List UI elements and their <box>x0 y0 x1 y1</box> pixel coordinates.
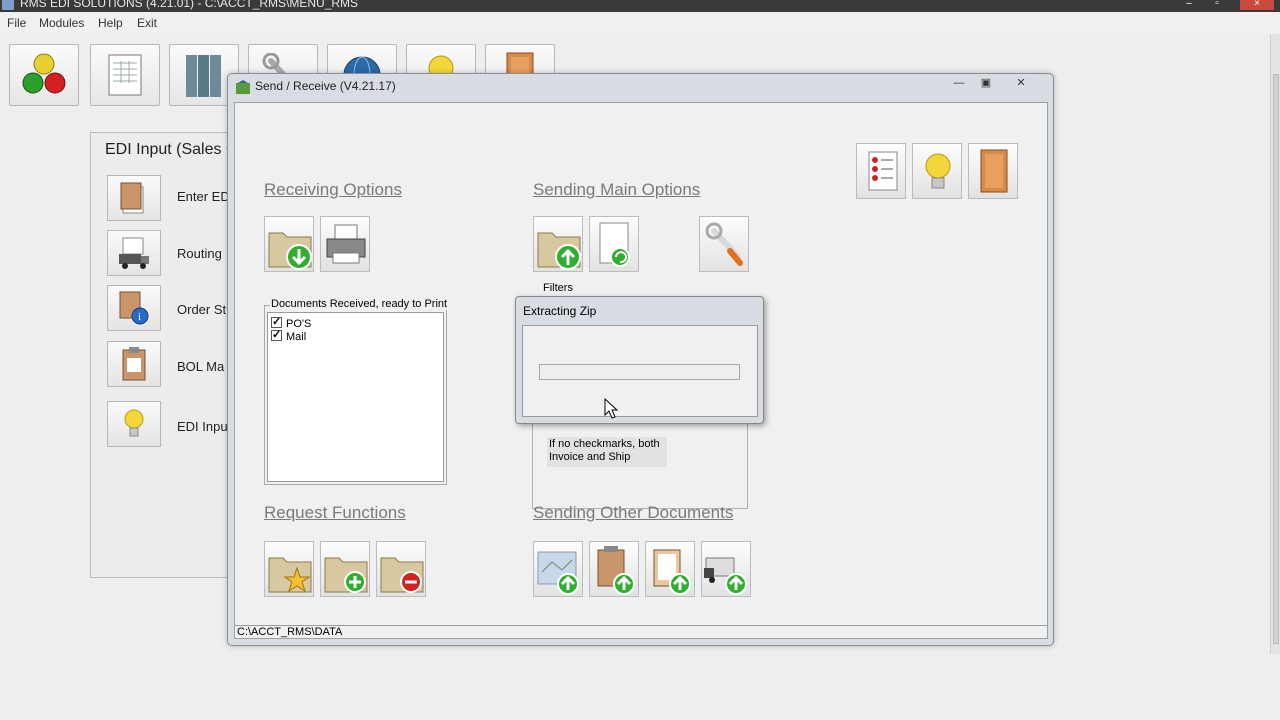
sending-main-options-title: Sending Main Options <box>533 180 701 199</box>
receiving-options-title: Receiving Options <box>264 180 402 199</box>
app-icon <box>236 80 250 94</box>
receive-download-button[interactable] <box>264 216 314 272</box>
send-map-button[interactable] <box>533 541 583 597</box>
folder-add-icon <box>324 557 368 593</box>
menu-bar: File Modules Help Exit <box>0 12 1280 34</box>
map-upload-icon <box>537 551 579 595</box>
info-document-icon: i <box>119 291 149 325</box>
report-list-button[interactable] <box>856 143 906 199</box>
edi-input-label: EDI Input <box>177 419 232 434</box>
menu-exit[interactable]: Exit <box>137 16 157 30</box>
main-window-titlebar: RMS EDI SOLUTIONS (4.21.01) - C:\ACCT_RM… <box>0 0 1280 12</box>
request-remove-button[interactable] <box>376 541 426 597</box>
settings-wrench-button[interactable] <box>699 216 749 272</box>
routing-label: Routing <box>177 246 222 261</box>
folder-upload-icon <box>537 232 581 270</box>
progress-bar <box>539 364 740 380</box>
maximize-button[interactable]: ▫ <box>1204 0 1230 10</box>
truck-upload-icon <box>704 557 747 595</box>
svg-text:i: i <box>138 311 141 323</box>
clipboard-upload-icon <box>597 546 635 595</box>
edi-input-panel: EDI Input (Sales C Enter EDI Routing i O… <box>90 132 240 578</box>
send-shipment-button[interactable] <box>701 541 751 597</box>
send-checklist-button[interactable] <box>645 541 695 597</box>
lightbulb-icon <box>124 409 144 437</box>
toolbar-reports-button[interactable] <box>90 44 160 106</box>
lightbulb-icon <box>925 153 951 189</box>
dialog-restore-button[interactable]: ▣ <box>973 76 999 92</box>
edi-input-button[interactable] <box>107 401 161 447</box>
clipboard-icon <box>122 347 146 381</box>
document-refresh-icon <box>599 222 630 267</box>
menu-help[interactable]: Help <box>98 16 123 30</box>
popup-body <box>522 325 758 417</box>
printer-icon <box>326 224 366 264</box>
mail-checkbox[interactable]: Mail <box>271 328 307 343</box>
checkbox-checked[interactable] <box>271 315 282 328</box>
extracting-zip-dialog: Extracting Zip <box>515 296 764 424</box>
menu-file[interactable]: File <box>7 16 26 30</box>
truck-icon <box>119 237 149 269</box>
bol-button[interactable] <box>107 341 161 387</box>
documents-group: Documents Received, ready to Print PO'S … <box>264 298 449 485</box>
routing-button[interactable] <box>107 230 161 276</box>
order-status-button[interactable]: i <box>107 285 161 331</box>
app-icon <box>2 0 14 10</box>
traffic-light-icon <box>22 53 66 94</box>
main-window-title: RMS EDI SOLUTIONS (4.21.01) - C:\ACCT_RM… <box>20 0 359 10</box>
help-tip-button[interactable] <box>912 143 962 199</box>
pos-label: PO'S <box>286 318 312 330</box>
mail-label: Mail <box>286 331 307 343</box>
toolbar-modules-button[interactable] <box>9 44 79 106</box>
document-table-icon <box>108 54 142 96</box>
door-icon <box>980 149 1008 193</box>
sending-other-documents-title: Sending Other Documents <box>533 503 734 522</box>
mouse-cursor-icon <box>604 398 619 419</box>
checklist-upload-icon <box>653 549 691 595</box>
dialog-minimize-button[interactable]: — <box>946 76 972 92</box>
folder-remove-icon <box>380 557 424 593</box>
bol-label: BOL Ma <box>177 359 225 374</box>
filters-label: Filters <box>543 282 573 294</box>
exit-door-button[interactable] <box>968 143 1018 199</box>
print-button[interactable] <box>320 216 370 272</box>
wrench-icon <box>705 222 743 266</box>
status-bar: C:\ACCT_RMS\DATA <box>235 625 1047 639</box>
request-functions-title: Request Functions <box>264 503 406 522</box>
menu-modules[interactable]: Modules <box>39 16 84 30</box>
minimize-button[interactable]: – <box>1176 0 1202 10</box>
folder-download-icon <box>268 232 312 270</box>
enter-edi-button[interactable] <box>107 175 161 221</box>
request-add-button[interactable] <box>320 541 370 597</box>
popup-title: Extracting Zip <box>523 304 597 318</box>
send-upload-button[interactable] <box>533 216 583 272</box>
dialog-title: Send / Receive (V4.21.17) <box>255 79 396 93</box>
panel-title: EDI Input (Sales C <box>105 141 238 158</box>
document-icon <box>120 182 144 214</box>
send-clipboard-button[interactable] <box>589 541 639 597</box>
filters-note: If no checkmarks, both Invoice and Ship <box>547 437 667 467</box>
documents-legend: Documents Received, ready to Print <box>270 298 449 310</box>
close-button[interactable]: × <box>1240 0 1274 10</box>
checkbox-checked[interactable] <box>271 328 282 341</box>
vertical-scrollbar[interactable] <box>1270 34 1280 654</box>
binders-icon <box>186 55 221 97</box>
scrollbar-thumb[interactable] <box>1273 74 1279 644</box>
order-status-label: Order St <box>177 302 227 317</box>
resend-button[interactable] <box>589 216 639 272</box>
checklist-icon <box>868 151 898 191</box>
folder-star-icon <box>268 557 312 593</box>
request-star-button[interactable] <box>264 541 314 597</box>
enter-edi-label: Enter EDI <box>177 189 234 204</box>
documents-list[interactable]: PO'S Mail <box>267 312 444 482</box>
dialog-close-button[interactable]: ✕ <box>1008 76 1034 92</box>
